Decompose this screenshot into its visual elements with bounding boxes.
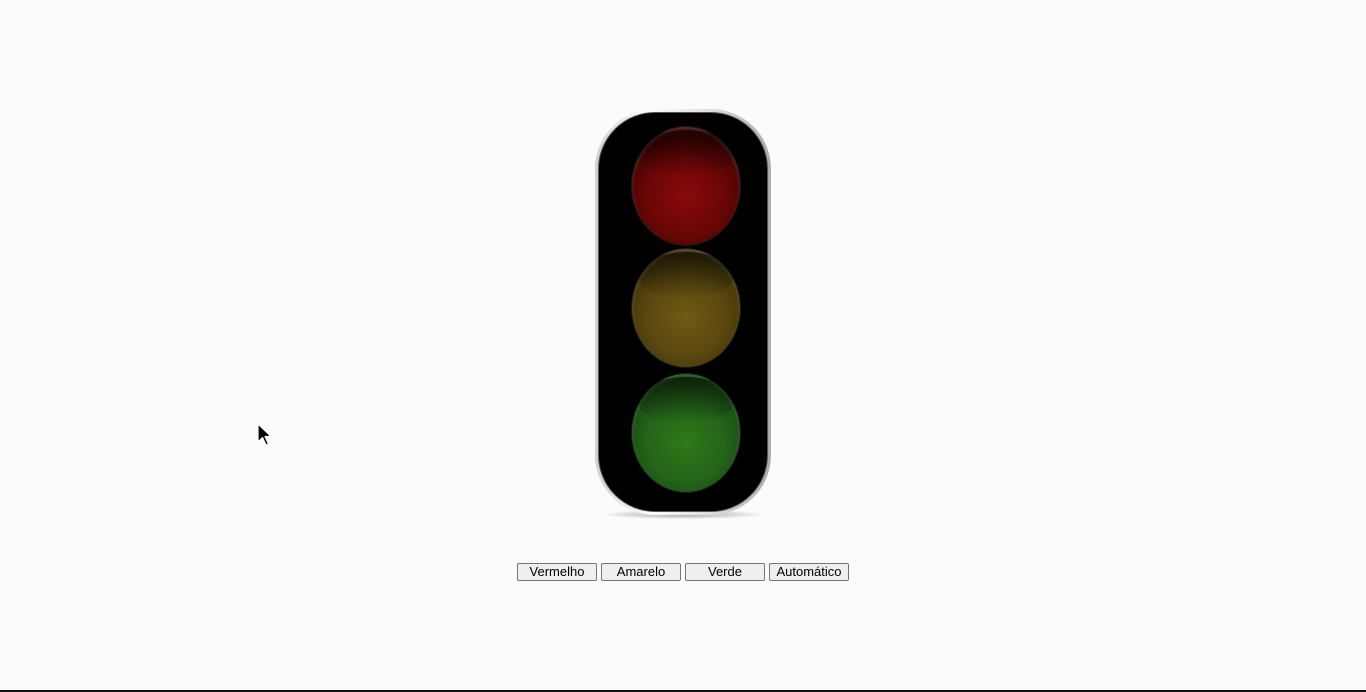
traffic-light-housing [595,109,771,515]
controls: Vermelho Amarelo Verde Automático [517,563,849,581]
green-button[interactable]: Verde [685,563,765,581]
traffic-light-body [598,112,768,512]
yellow-button[interactable]: Amarelo [601,563,681,581]
red-button[interactable]: Vermelho [517,563,597,581]
red-lamp [632,127,740,245]
page: Vermelho Amarelo Verde Automático [0,0,1366,692]
traffic-light [595,109,771,519]
auto-button[interactable]: Automático [769,563,849,581]
yellow-lamp [632,249,740,367]
mouse-pointer-icon [257,423,272,446]
green-lamp [632,374,740,492]
